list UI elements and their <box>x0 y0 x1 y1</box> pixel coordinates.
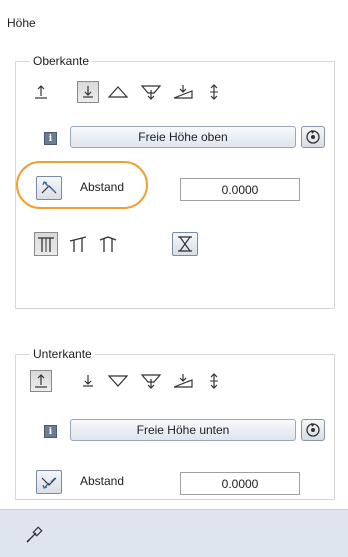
roof-slope-icon <box>69 236 87 252</box>
freie-hoehe-oben-button[interactable]: Freie Höhe oben <box>70 126 296 148</box>
abstand-unten-input[interactable] <box>180 472 300 495</box>
roof-shape-2-button[interactable] <box>66 232 90 256</box>
panel-title: Höhe <box>7 16 36 30</box>
offset-down-icon <box>41 477 57 489</box>
roof-shape-3-button[interactable] <box>96 232 120 256</box>
reset-unten-button[interactable] <box>301 419 325 441</box>
unter-triangle-down-icon-button[interactable] <box>107 370 129 392</box>
rotate-icon <box>306 130 320 144</box>
abstand-unten-label: Abstand <box>80 474 125 488</box>
rotate-icon <box>306 423 320 437</box>
incline-down-icon <box>173 85 193 99</box>
unter-bottom-edge-icon-button[interactable] <box>77 370 99 392</box>
roof-shape-1-button[interactable] <box>34 232 58 256</box>
unter-funnel-down-icon-button[interactable] <box>140 370 162 392</box>
footer-bar <box>0 509 348 557</box>
eyedropper-icon <box>26 526 43 543</box>
unter-double-arrow-vertical-icon-button[interactable] <box>203 370 225 392</box>
incline-down-icon-button[interactable] <box>172 81 194 103</box>
info-icon[interactable]: i <box>44 132 57 145</box>
roof-flat-icon <box>38 237 54 252</box>
triangle-up-icon-button[interactable] <box>107 81 129 103</box>
arrow-up-to-line-icon <box>35 374 47 388</box>
funnel-down-icon <box>140 374 162 389</box>
hourglass-icon <box>178 236 192 252</box>
abstand-oben-icon-button[interactable] <box>36 176 62 200</box>
incline-down-icon <box>173 374 193 388</box>
oberkante-legend: Oberkante <box>30 54 93 68</box>
triangle-down-icon <box>107 375 129 387</box>
abstand-oben-label: Abstand <box>80 180 125 194</box>
funnel-down-icon-button[interactable] <box>140 81 162 103</box>
roof-gable-icon <box>99 236 117 252</box>
arrow-up-to-line-icon <box>35 85 47 99</box>
unter-info-icon[interactable]: i <box>44 425 57 438</box>
abstand-unten-icon-button[interactable] <box>36 470 62 494</box>
offset-up-icon <box>41 181 57 194</box>
arrow-down-to-line-icon <box>83 375 93 387</box>
arrow-down-to-line-icon <box>83 86 93 98</box>
hoehe-panel: Höhe Oberkante i Freie Höhe oben Abstand <box>0 0 348 557</box>
eyedropper-button[interactable] <box>24 523 46 545</box>
unter-top-edge-icon-button[interactable] <box>30 370 52 392</box>
unter-incline-down-icon-button[interactable] <box>172 370 194 392</box>
freie-hoehe-unten-button[interactable]: Freie Höhe unten <box>70 419 296 441</box>
double-arrow-vertical-icon <box>210 84 218 100</box>
hourglass-button[interactable] <box>172 232 198 256</box>
bottom-edge-icon-button[interactable] <box>77 81 99 103</box>
abstand-oben-input[interactable] <box>180 178 300 201</box>
double-arrow-vertical-icon-button[interactable] <box>203 81 225 103</box>
reset-oben-button[interactable] <box>301 126 325 148</box>
unterkante-legend: Unterkante <box>30 347 95 361</box>
top-edge-icon-button[interactable] <box>30 81 52 103</box>
funnel-down-icon <box>140 85 162 100</box>
triangle-up-icon <box>107 86 129 98</box>
double-arrow-vertical-icon <box>210 373 218 389</box>
